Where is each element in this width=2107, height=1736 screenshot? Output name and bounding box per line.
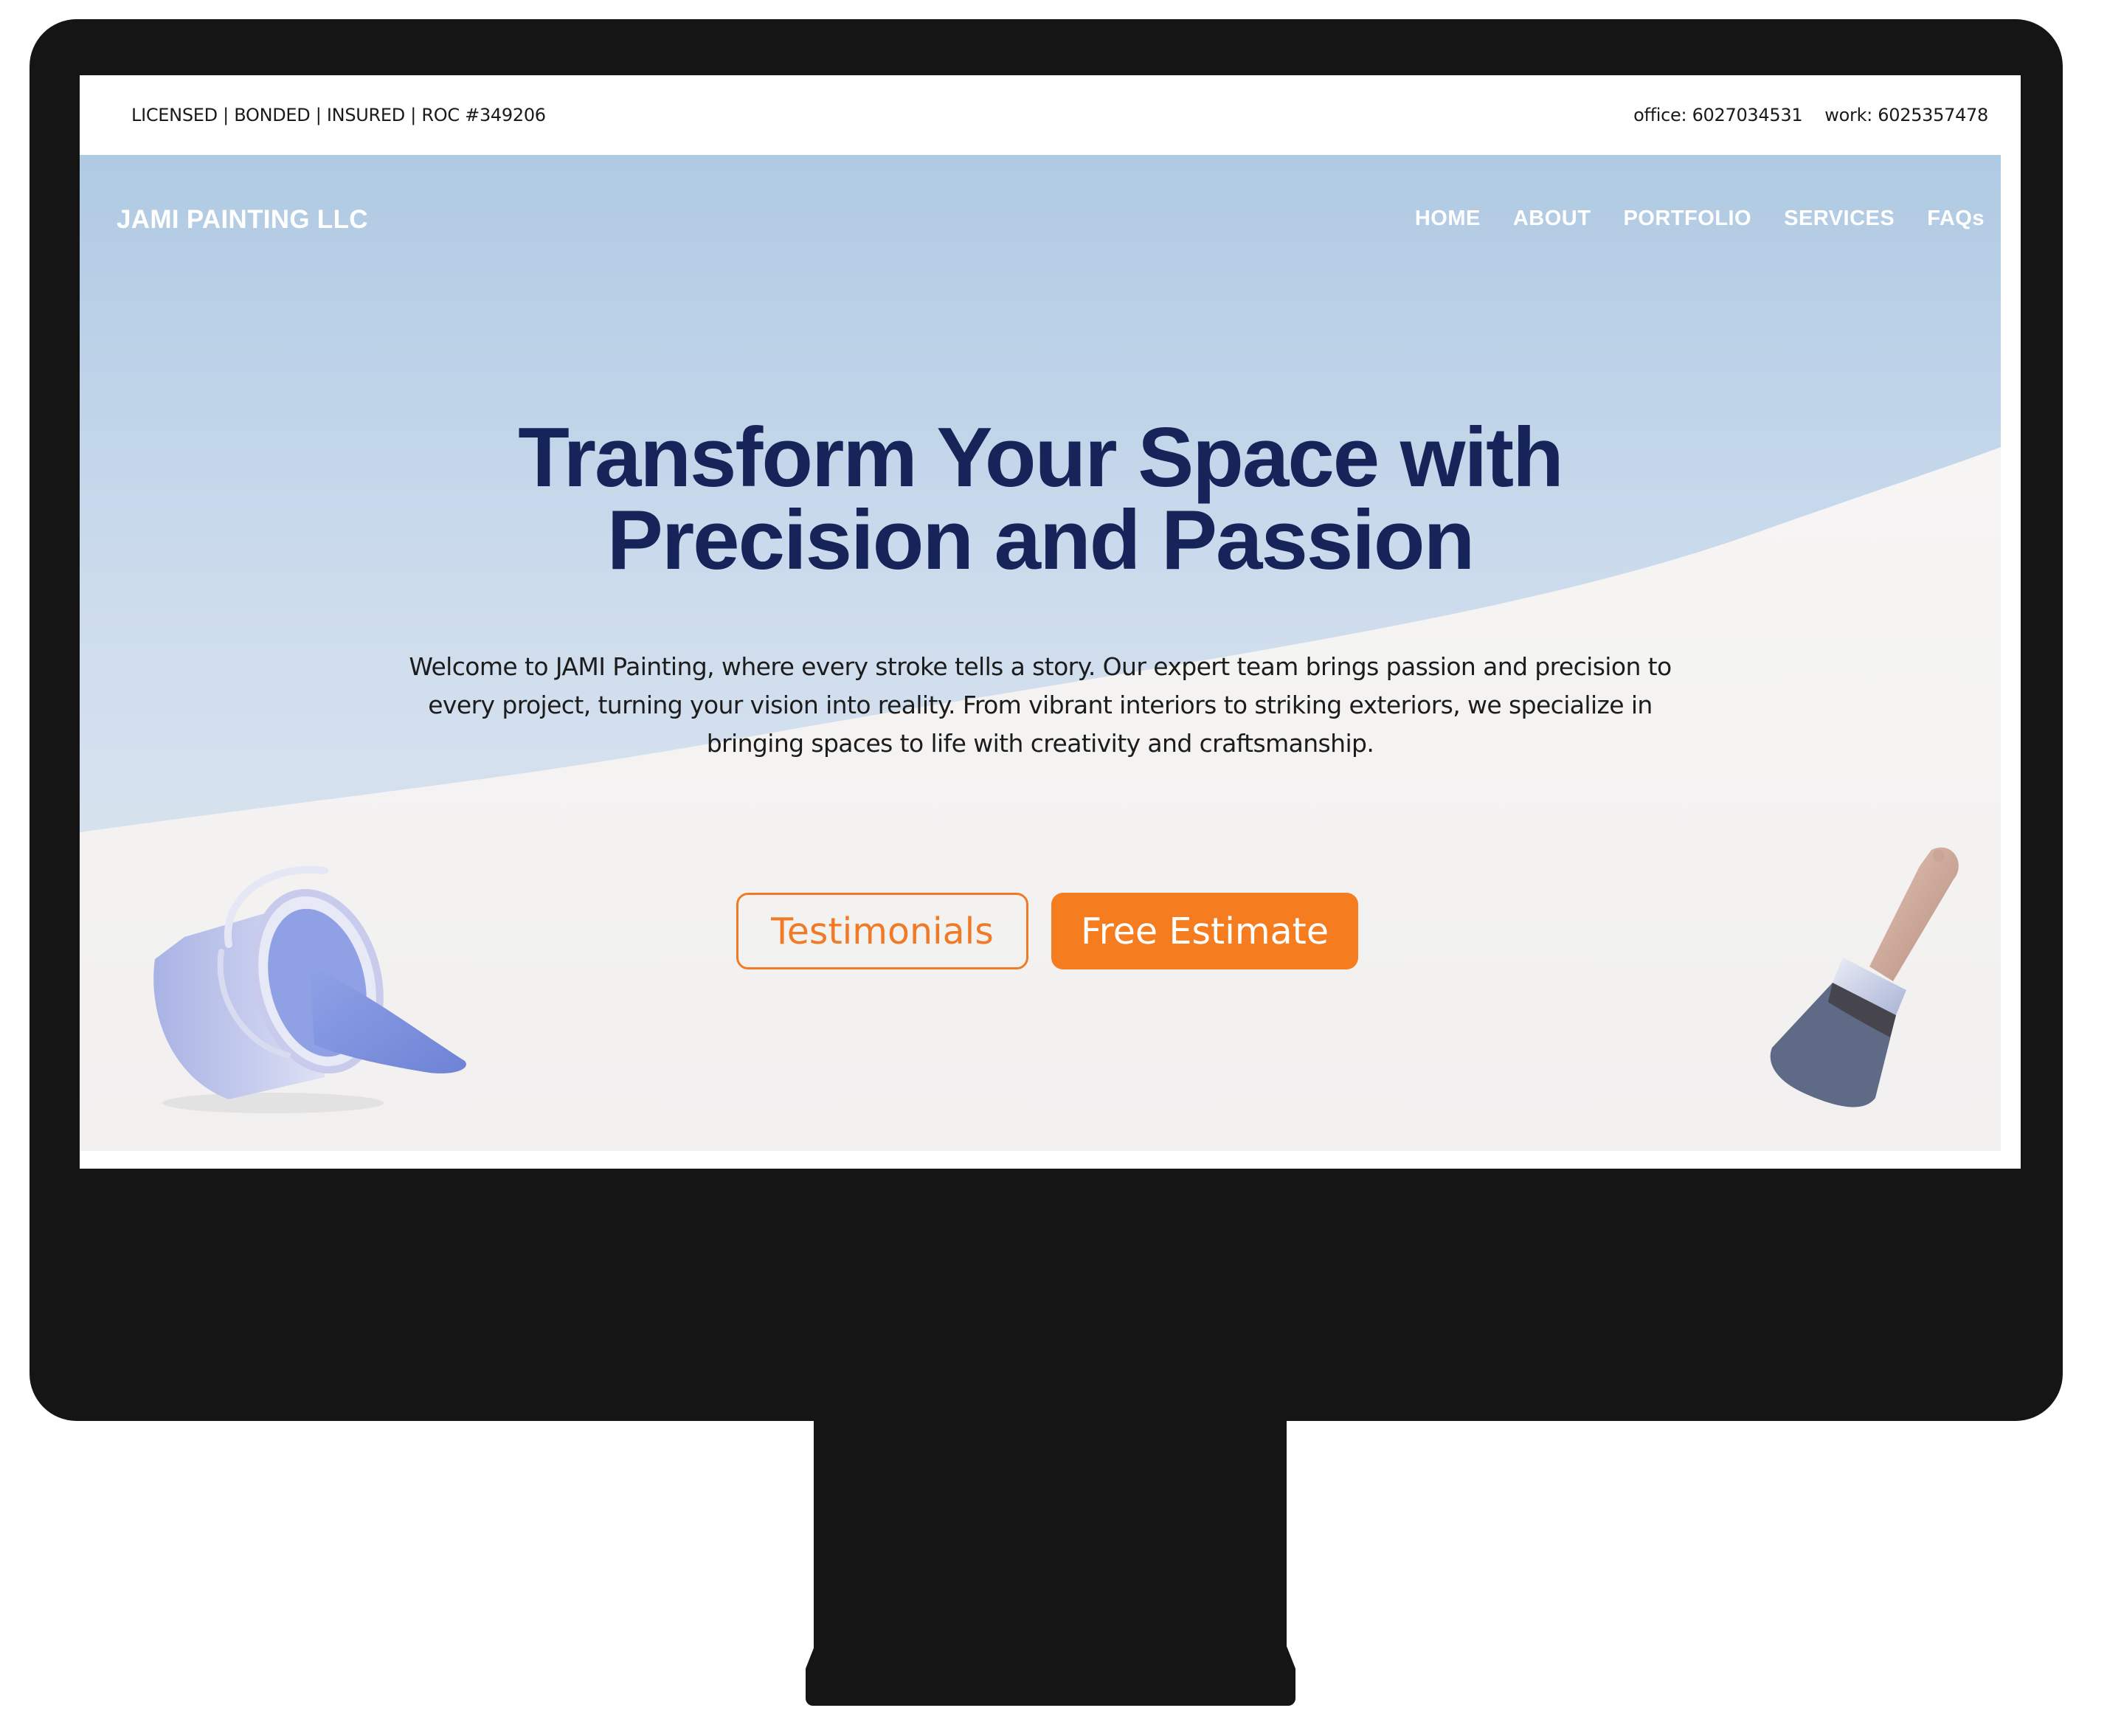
brand-logo[interactable]: JAMI PAINTING LLC [117, 205, 368, 235]
office-phone[interactable]: office: 6027034531 [1633, 105, 1803, 125]
nav-faqs[interactable]: FAQs [1927, 207, 1985, 231]
free-estimate-button[interactable]: Free Estimate [1051, 893, 1358, 969]
headline-line-2: Precision and Passion [606, 494, 1475, 587]
paint-bucket-icon [153, 865, 466, 1113]
testimonials-button[interactable]: Testimonials [736, 893, 1028, 969]
work-phone[interactable]: work: 6025357478 [1824, 105, 1988, 125]
nav-services[interactable]: SERVICES [1784, 207, 1895, 231]
paint-brush-icon [1770, 847, 1959, 1107]
nav-menu: HOME ABOUT PORTFOLIO SERVICES FAQs [1415, 207, 1985, 231]
nav-about[interactable]: ABOUT [1513, 207, 1591, 231]
hero-section: JAMI PAINTING LLC HOME ABOUT PORTFOLIO S… [80, 155, 2001, 1151]
nav-portfolio[interactable]: PORTFOLIO [1623, 207, 1751, 231]
headline-line-1: Transform Your Space with [518, 411, 1563, 505]
browser-screen: LICENSED | BONDED | INSURED | ROC #34920… [80, 75, 2021, 1169]
main-navbar: JAMI PAINTING LLC HOME ABOUT PORTFOLIO S… [80, 155, 2001, 288]
hero-intro-text: Welcome to JAMI Painting, where every st… [409, 652, 1672, 758]
contact-numbers: office: 6027034531 work: 6025357478 [1633, 105, 1988, 125]
page-scrollbar-gutter [2001, 282, 2021, 1152]
nav-home[interactable]: HOME [1415, 207, 1481, 231]
monitor-stand-foot [806, 1644, 1295, 1706]
credentials-text: LICENSED | BONDED | INSURED | ROC #34920… [131, 105, 546, 125]
monitor-stand-neck [814, 1419, 1287, 1663]
top-info-bar: LICENSED | BONDED | INSURED | ROC #34920… [80, 75, 2021, 155]
hero-headline: Transform Your Space with Precision and … [80, 411, 2001, 587]
